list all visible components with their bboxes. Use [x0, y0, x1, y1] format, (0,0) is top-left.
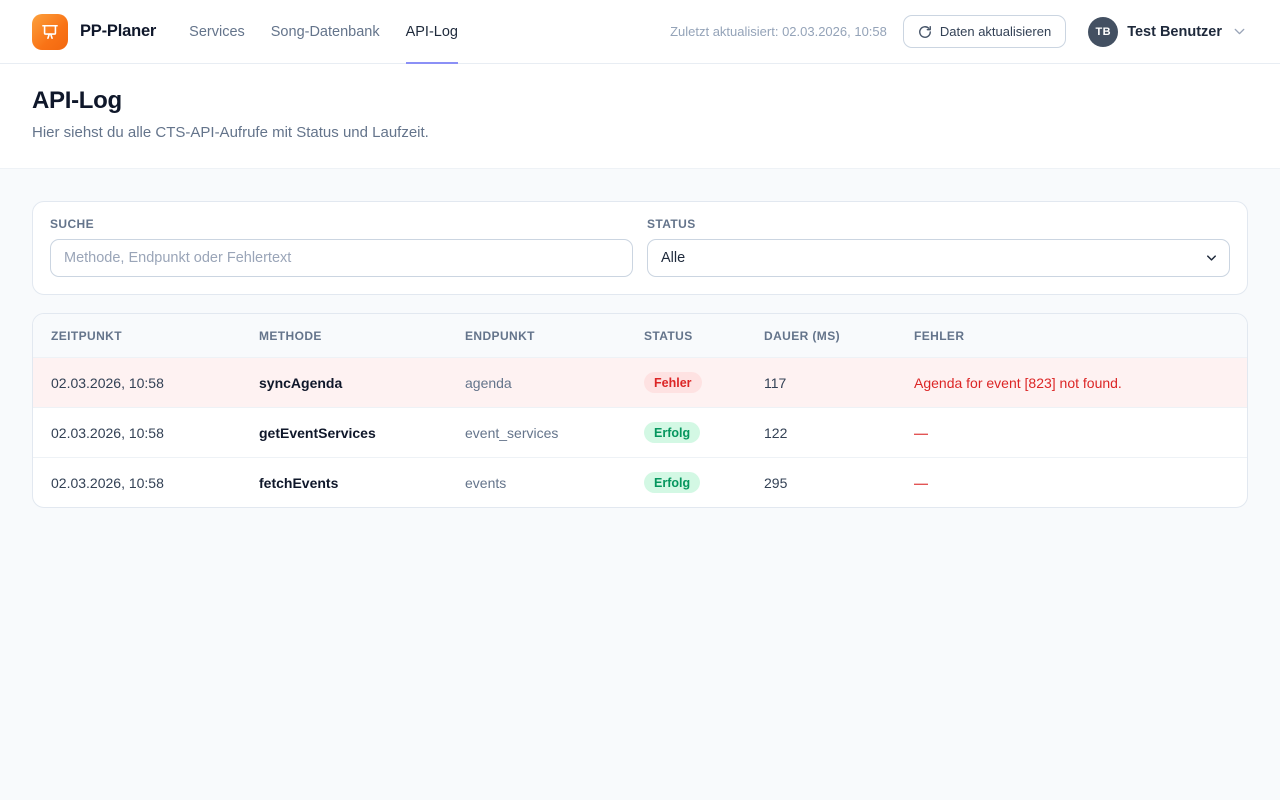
status-badge: Erfolg: [644, 472, 700, 493]
cell-endpoint: events: [447, 458, 626, 508]
cell-timestamp: 02.03.2026, 10:58: [33, 408, 241, 458]
status-select[interactable]: Alle: [647, 239, 1230, 277]
nav-item-song-datenbank[interactable]: Song-Datenbank: [271, 0, 380, 64]
api-log-table: ZEITPUNKT METHODE ENDPUNKT STATUS DAUER …: [33, 314, 1247, 507]
presentation-screen-icon: [40, 22, 60, 42]
api-log-table-card: ZEITPUNKT METHODE ENDPUNKT STATUS DAUER …: [32, 313, 1248, 508]
cell-status: Erfolg: [626, 458, 746, 508]
navbar-right: Zuletzt aktualisiert: 02.03.2026, 10:58 …: [670, 15, 1248, 48]
cell-error: —: [896, 458, 1247, 508]
page-subtitle: Hier siehst du alle CTS-API-Aufrufe mit …: [32, 124, 1248, 141]
nav-item-api-log[interactable]: API-Log: [406, 0, 458, 64]
filter-card: SUCHE STATUS Alle: [32, 201, 1248, 295]
col-header-fehler: FEHLER: [896, 314, 1247, 358]
cell-error: —: [896, 408, 1247, 458]
refresh-data-button[interactable]: Daten aktualisieren: [903, 15, 1066, 48]
cell-duration: 117: [746, 358, 896, 408]
cell-method: getEventServices: [241, 408, 447, 458]
status-badge: Fehler: [644, 372, 702, 393]
search-field-group: SUCHE: [50, 217, 633, 277]
refresh-button-label: Daten aktualisieren: [940, 24, 1051, 39]
col-header-methode: METHODE: [241, 314, 447, 358]
table-row: 02.03.2026, 10:58 syncAgenda agenda Fehl…: [33, 358, 1247, 408]
avatar: TB: [1088, 17, 1118, 47]
table-row: 02.03.2026, 10:58 getEventServices event…: [33, 408, 1247, 458]
search-input[interactable]: [50, 239, 633, 277]
cell-error: Agenda for event [823] not found.: [896, 358, 1247, 408]
page-header: API-Log Hier siehst du alle CTS-API-Aufr…: [0, 64, 1280, 169]
cell-endpoint: agenda: [447, 358, 626, 408]
cell-status: Fehler: [626, 358, 746, 408]
table-row: 02.03.2026, 10:58 fetchEvents events Erf…: [33, 458, 1247, 508]
nav-item-services[interactable]: Services: [189, 0, 245, 64]
chevron-down-icon: [1231, 23, 1248, 40]
col-header-zeitpunkt: ZEITPUNKT: [33, 314, 241, 358]
cell-timestamp: 02.03.2026, 10:58: [33, 358, 241, 408]
status-select-wrap: Alle: [647, 239, 1230, 277]
top-navbar: PP-Planer Services Song-Datenbank API-Lo…: [0, 0, 1280, 64]
cell-duration: 122: [746, 408, 896, 458]
table-header: ZEITPUNKT METHODE ENDPUNKT STATUS DAUER …: [33, 314, 1247, 358]
main-content: SUCHE STATUS Alle ZEITPUNKT: [0, 169, 1280, 540]
user-menu[interactable]: TB Test Benutzer: [1088, 17, 1248, 47]
cell-status: Erfolg: [626, 408, 746, 458]
status-label: STATUS: [647, 217, 1230, 231]
main-nav: Services Song-Datenbank API-Log: [189, 0, 458, 64]
brand-name: PP-Planer: [80, 22, 156, 41]
table-body: 02.03.2026, 10:58 syncAgenda agenda Fehl…: [33, 358, 1247, 508]
user-name: Test Benutzer: [1127, 24, 1222, 40]
status-badge: Erfolg: [644, 422, 700, 443]
app-logo: [32, 14, 68, 50]
cell-duration: 295: [746, 458, 896, 508]
col-header-endpunkt: ENDPUNKT: [447, 314, 626, 358]
cell-method: syncAgenda: [241, 358, 447, 408]
cell-endpoint: event_services: [447, 408, 626, 458]
refresh-icon: [918, 25, 932, 39]
last-updated-text: Zuletzt aktualisiert: 02.03.2026, 10:58: [670, 24, 887, 39]
cell-timestamp: 02.03.2026, 10:58: [33, 458, 241, 508]
cell-method: fetchEvents: [241, 458, 447, 508]
status-field-group: STATUS Alle: [647, 217, 1230, 277]
col-header-dauer: DAUER (MS): [746, 314, 896, 358]
col-header-status: STATUS: [626, 314, 746, 358]
page-title: API-Log: [32, 87, 1248, 115]
search-label: SUCHE: [50, 217, 633, 231]
